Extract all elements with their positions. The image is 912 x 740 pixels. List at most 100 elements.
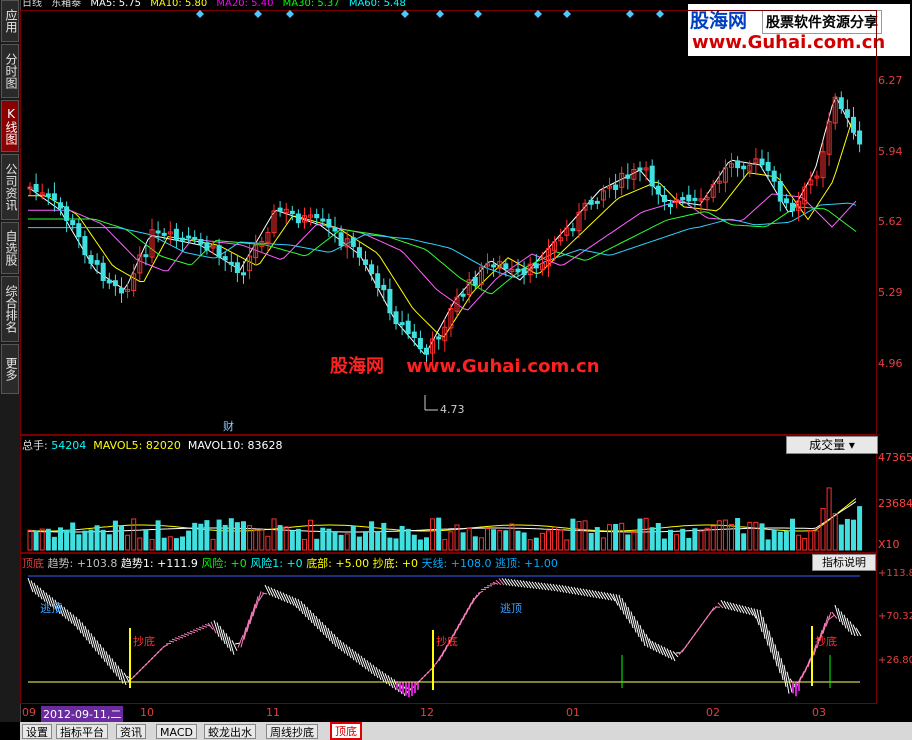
volume-bar (448, 531, 454, 551)
oscillator-stroke (282, 592, 289, 604)
ind-trend-value: +103.8 (76, 557, 118, 570)
tab-settings[interactable]: 设置 (22, 724, 52, 739)
watermark-url: www.Guhai.com.cn (406, 356, 600, 377)
volume-bar (344, 533, 350, 551)
signal-diamond-icon (401, 10, 409, 18)
volume-bar (277, 525, 283, 551)
candle-body (686, 194, 692, 202)
volume-bar (33, 530, 39, 551)
volume-bar (771, 530, 777, 551)
volume-bar (332, 531, 338, 551)
candle-body (295, 213, 301, 224)
oscillator-stroke (186, 631, 193, 635)
candle-body (289, 210, 295, 215)
volume-bar (265, 535, 271, 551)
volume-bar (466, 527, 472, 551)
candle-body (186, 235, 192, 239)
oscillator-stroke (270, 587, 277, 599)
volume-bar (838, 524, 844, 551)
candle-body (51, 193, 57, 201)
oscillator-stroke (561, 585, 568, 594)
volume-bar (247, 525, 253, 551)
indicator-explain-button[interactable]: 指标说明 (812, 554, 876, 571)
ind-escape-value: +1.00 (524, 557, 558, 570)
oscillator-stroke (663, 646, 670, 659)
volume-bar (564, 539, 570, 551)
volume-bar (674, 534, 680, 551)
candle-body (759, 158, 765, 166)
tab-news[interactable]: 资讯 (116, 724, 146, 739)
ind-bottom-label: 底部: (306, 557, 336, 570)
vol-total-label: 总手: (22, 439, 52, 452)
volume-bar (570, 518, 576, 551)
tab-weekly-bottom[interactable]: 周线抄底 (266, 724, 318, 739)
tab-indicator-platform[interactable]: 指标平台 (56, 724, 108, 739)
candle-body (460, 293, 466, 297)
volume-bar (204, 520, 210, 551)
oscillator-stroke (165, 642, 172, 645)
candle-body (588, 199, 594, 205)
volume-bar (131, 518, 137, 551)
mavol5-label: MAVOL5: (93, 439, 146, 452)
ind-buy-value: +0 (401, 557, 419, 570)
oscillator-stroke (120, 669, 127, 686)
oscillator-stroke (171, 638, 178, 642)
candle-body (45, 193, 51, 198)
volume-bar (729, 523, 734, 551)
candle-body (70, 220, 76, 226)
oscillator-stroke (519, 580, 526, 588)
finance-event-marker[interactable]: 财 (223, 418, 234, 434)
candle-body (119, 287, 124, 294)
tab-top-bottom[interactable]: 顶底 (330, 722, 362, 740)
tab-jiaolong[interactable]: 蛟龙出水 (204, 724, 256, 739)
candle-body (436, 336, 442, 340)
date-tick-5: 01 (566, 706, 580, 719)
volume-bar (106, 534, 112, 551)
oscillator-stroke (567, 586, 574, 595)
oscillator-stroke (573, 587, 580, 596)
volume-bar (619, 522, 625, 551)
volume-bar (161, 537, 167, 551)
volume-bar (155, 520, 161, 551)
oscillator-stroke (672, 651, 679, 658)
price-tick-4: 5.29 (878, 286, 903, 299)
oscillator-stroke (555, 584, 562, 593)
price-tick-2: 5.94 (878, 145, 903, 158)
candle-body (625, 174, 631, 179)
volume-bar (668, 529, 673, 551)
volume-bar (857, 506, 863, 551)
oscillator-stroke (501, 577, 508, 586)
volume-bar (460, 532, 466, 551)
price-tick-5: 4.96 (878, 357, 903, 370)
volume-bar (576, 520, 582, 551)
oscillator-stroke (276, 589, 283, 601)
oscillator-stroke (189, 630, 196, 634)
ind-antenna-label: 天线: (421, 557, 451, 570)
ind-tick-2: +70.32 (878, 611, 912, 622)
candle-body (637, 167, 643, 171)
oscillator-stroke (243, 619, 250, 640)
volume-bar (478, 537, 484, 551)
oscillator-stroke (708, 607, 715, 616)
oscillator-stroke (180, 634, 187, 638)
candle-body (594, 200, 600, 204)
candle-body (515, 268, 521, 273)
volume-bar (363, 532, 368, 551)
oscillator-stroke (522, 580, 529, 589)
volume-bar (637, 518, 643, 551)
signal-diamond-icon (436, 10, 444, 18)
tab-macd[interactable]: MACD (156, 724, 197, 739)
price-tick-3: 5.62 (878, 215, 903, 228)
volume-bar (796, 534, 802, 551)
volume-bar (405, 528, 411, 551)
oscillator-stroke (729, 602, 736, 612)
volume-bar (503, 530, 509, 551)
date-cursor-readout: 2012-09-11,二 (41, 706, 124, 722)
candle-body (161, 232, 167, 236)
mavol5-value: 82020 (145, 439, 181, 452)
candle-body (173, 228, 179, 241)
volume-indicator-select[interactable]: 成交量 ▾ (786, 436, 878, 454)
volume-bar (51, 536, 57, 551)
volume-bar (393, 538, 399, 551)
indicator-name: 顶底 (22, 557, 44, 570)
